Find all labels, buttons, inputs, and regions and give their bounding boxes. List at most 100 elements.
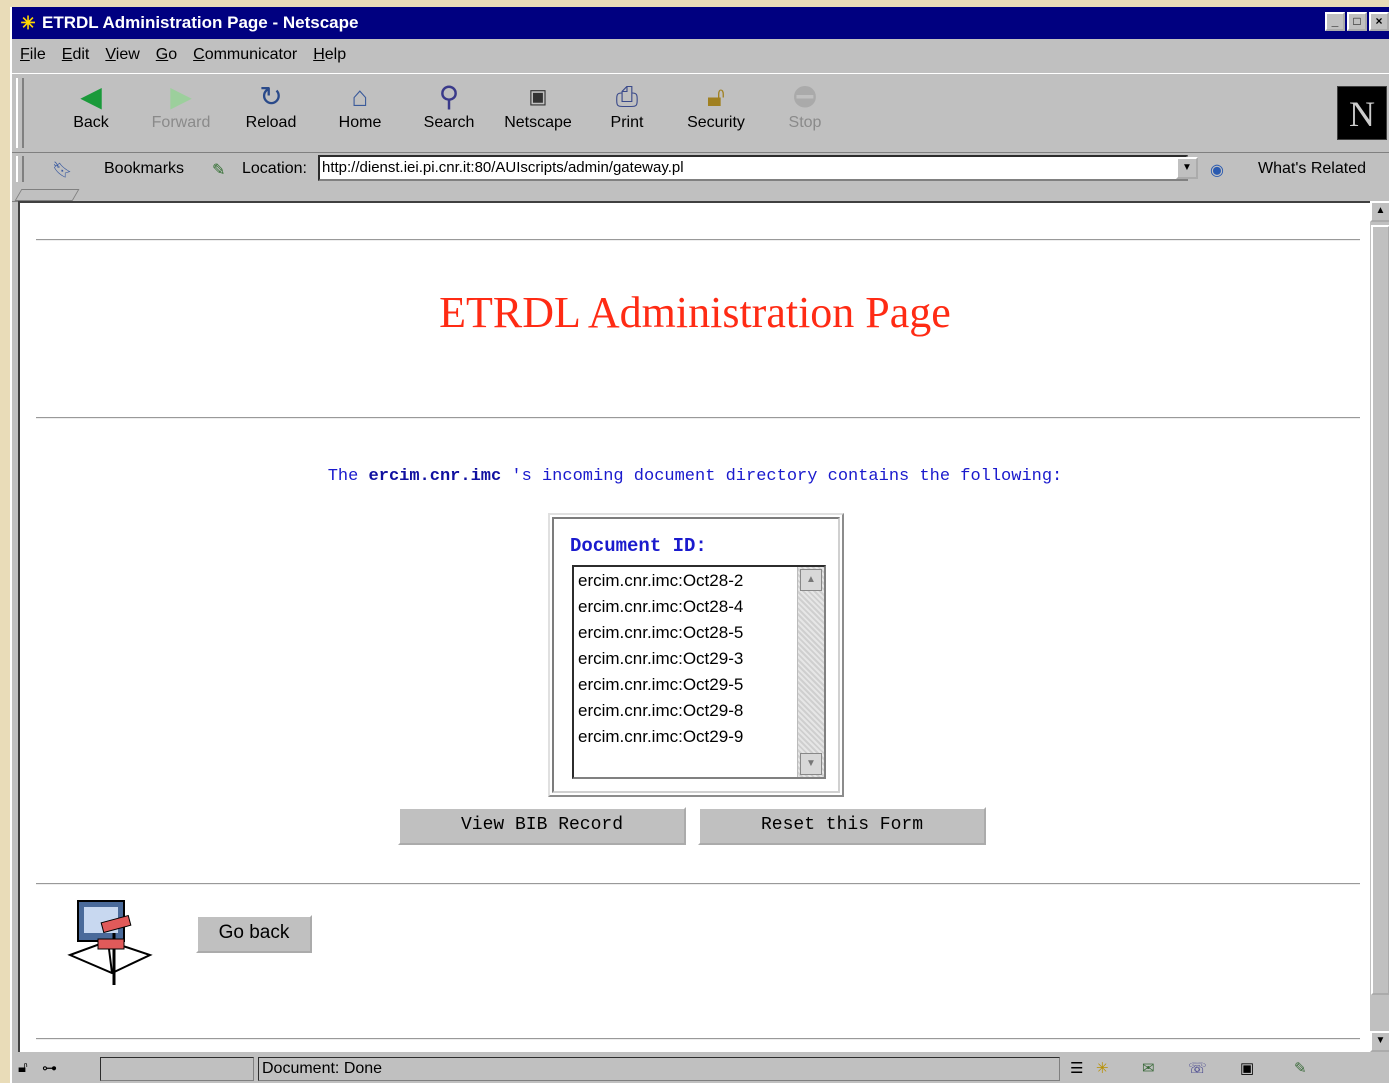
location-icon: ✎ [212, 162, 226, 179]
search-label: Search [423, 114, 475, 131]
component-bar-icon: ☰ [1070, 1060, 1084, 1077]
forward-button[interactable]: ▶ Forward [136, 80, 226, 146]
close-button[interactable]: × [1369, 12, 1389, 31]
book-icon [67, 900, 153, 985]
title-bar: ✳ ETRDL Administration Page - Netscape _… [12, 7, 1389, 39]
print-label: Print [610, 114, 644, 131]
search-button[interactable]: ⚲ Search [404, 80, 494, 146]
back-label: Back [73, 114, 109, 131]
scroll-thumb[interactable] [1371, 225, 1389, 995]
netscape-label: Netscape [504, 114, 572, 131]
toolbar-grip[interactable] [16, 78, 24, 148]
bookmarks-icon: 🔖︎ [52, 162, 73, 179]
listbox-scroll-down-button[interactable]: ▼ [800, 753, 822, 775]
navigation-toolbar: ◀ Back ▶ Forward ↻ Reload ⌂ Home ⚲ Searc… [12, 73, 1389, 153]
list-item[interactable]: ercim.cnr.imc:Oct28-5 [578, 623, 743, 643]
intro-text: The ercim.cnr.imc 's incoming document d… [20, 467, 1370, 486]
maximize-button[interactable]: □ [1347, 12, 1367, 31]
whats-related-button[interactable]: What's Related [1258, 160, 1366, 178]
divider [36, 1038, 1360, 1040]
progress-field [100, 1057, 254, 1081]
collapse-tab[interactable] [14, 189, 80, 201]
status-bar: 🔓︎ ⊶ Document: Done ☰ ✳ ✉ ☏ ▣ ✎ [12, 1053, 1389, 1083]
location-toolbar: 🔖︎ Bookmarks ✎ Location: http://dienst.i… [12, 152, 1389, 186]
back-arrow-icon: ◀ [80, 81, 102, 112]
scroll-down-button[interactable]: ▼ [1370, 1031, 1389, 1052]
document-form-inner: Document ID: ercim.cnr.imc:Oct28-2 ercim… [552, 517, 840, 793]
home-button[interactable]: ⌂ Home [315, 80, 405, 146]
menu-edit[interactable]: Edit [54, 46, 98, 64]
page-content: ETRDL Administration Page The ercim.cnr.… [18, 201, 1370, 1052]
reload-button[interactable]: ↻ Reload [226, 80, 316, 146]
home-label: Home [338, 114, 382, 131]
padlock-icon: 🔓︎ [706, 81, 726, 112]
menu-go[interactable]: Go [148, 46, 185, 64]
intro-after: 's incoming document directory contains … [501, 467, 1063, 486]
listbox-scroll-up-button[interactable]: ▲ [800, 569, 822, 591]
menu-view[interactable]: View [97, 46, 147, 64]
newsgroups-icon[interactable]: ☏ [1188, 1059, 1207, 1077]
window-title: ETRDL Administration Page - Netscape [42, 13, 359, 32]
status-text: Document: Done [258, 1057, 1060, 1081]
location-label: Location: [242, 160, 307, 177]
reload-label: Reload [245, 114, 297, 131]
print-button[interactable]: ⎙ Print [582, 80, 672, 146]
list-item[interactable]: ercim.cnr.imc:Oct28-2 [578, 571, 743, 591]
document-id-listbox[interactable]: ercim.cnr.imc:Oct28-2 ercim.cnr.imc:Oct2… [572, 565, 826, 779]
divider [36, 239, 1360, 241]
divider [36, 883, 1360, 885]
stop-icon: ⛔︎ [793, 81, 817, 112]
whats-related-icon: ◉ [1210, 162, 1224, 179]
browser-window: ✳ ETRDL Administration Page - Netscape _… [10, 7, 1389, 1083]
menu-file[interactable]: File [12, 46, 54, 64]
menu-bar: File Edit View Go Communicator Help [12, 40, 1389, 70]
list-item[interactable]: ercim.cnr.imc:Oct28-4 [578, 597, 743, 617]
page-title: ETRDL Administration Page [439, 288, 951, 337]
search-icon: ⚲ [438, 81, 460, 112]
composer-icon[interactable]: ✎ [1294, 1059, 1307, 1077]
bookmarks-button[interactable]: Bookmarks [104, 160, 184, 178]
stop-button[interactable]: ⛔︎ Stop [760, 80, 850, 146]
back-button[interactable]: ◀ Back [46, 80, 136, 146]
my-netscape-icon: ▣ [528, 86, 548, 108]
netscape-button[interactable]: ▣ Netscape [493, 80, 583, 146]
netscape-logo[interactable]: N [1337, 86, 1387, 140]
forward-label: Forward [151, 114, 211, 131]
document-id-label: Document ID: [570, 535, 707, 557]
connection-status-icon: ⊶ [42, 1060, 57, 1077]
mail-icon[interactable]: ✉ [1142, 1059, 1155, 1077]
listbox-scrollbar[interactable]: ▲ ▼ [797, 567, 824, 777]
minimize-button[interactable]: _ [1325, 12, 1345, 31]
menu-help[interactable]: Help [305, 46, 354, 64]
list-item[interactable]: ercim.cnr.imc:Oct29-8 [578, 701, 743, 721]
view-bib-record-button[interactable]: View BIB Record [398, 807, 686, 845]
location-toolbar-grip[interactable] [16, 156, 24, 182]
security-label: Security [687, 114, 745, 131]
window-controls: _ □ × [1325, 12, 1389, 31]
security-button[interactable]: 🔓︎ Security [671, 80, 761, 146]
document-form: Document ID: ercim.cnr.imc:Oct28-2 ercim… [548, 513, 844, 797]
list-item[interactable]: ercim.cnr.imc:Oct29-3 [578, 649, 743, 669]
go-back-button[interactable]: Go back [196, 915, 312, 953]
forward-arrow-icon: ▶ [170, 81, 192, 112]
reload-icon: ↻ [259, 81, 283, 112]
toolbar-collapse-bar [12, 187, 1389, 202]
page-scrollbar[interactable]: ▲ ▼ [1370, 201, 1389, 1052]
list-item[interactable]: ercim.cnr.imc:Oct29-9 [578, 727, 743, 747]
scroll-up-button[interactable]: ▲ [1370, 201, 1389, 222]
list-item[interactable]: ercim.cnr.imc:Oct29-5 [578, 675, 743, 695]
url-dropdown-button[interactable]: ▼ [1176, 157, 1198, 179]
intro-before: The [327, 467, 369, 486]
printer-icon: ⎙ [615, 81, 639, 112]
home-icon: ⌂ [351, 81, 369, 112]
stop-label: Stop [788, 114, 822, 131]
url-input[interactable]: http://dienst.iei.pi.cnr.it:80/AUIscript… [318, 155, 1188, 181]
address-book-icon[interactable]: ▣ [1240, 1059, 1254, 1077]
intro-bold: ercim.cnr.imc [368, 467, 502, 486]
navigator-icon[interactable]: ✳ [1096, 1059, 1109, 1077]
reset-form-button[interactable]: Reset this Form [698, 807, 986, 845]
divider [36, 417, 1360, 419]
netscape-app-icon: ✳ [20, 13, 36, 33]
security-status-icon[interactable]: 🔓︎ [18, 1059, 28, 1076]
menu-communicator[interactable]: Communicator [185, 46, 305, 64]
